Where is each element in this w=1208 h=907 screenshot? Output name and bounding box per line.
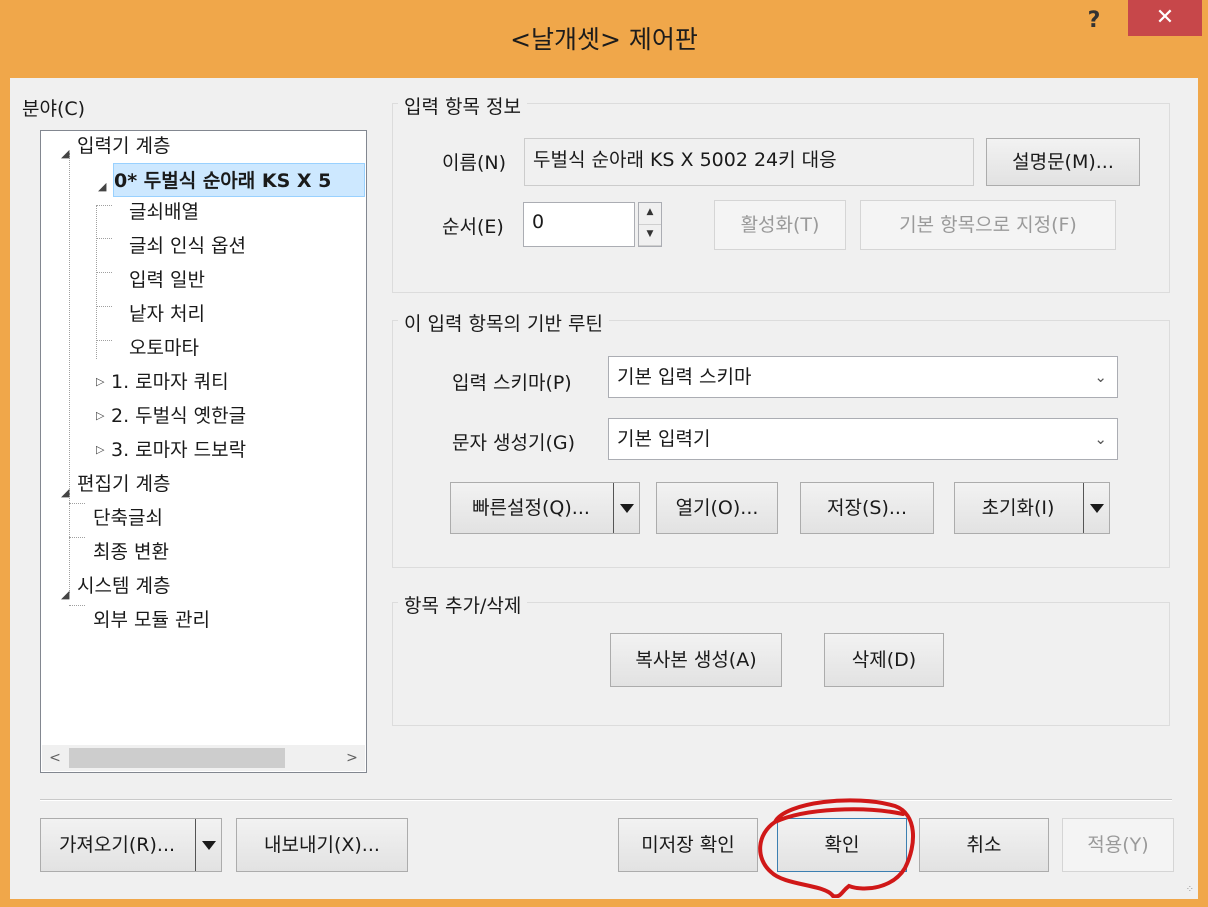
title-bar[interactable]: <날개셋> 제어판 ? ✕ <box>0 0 1208 78</box>
tree-guide-line <box>96 205 112 206</box>
expanded-arrow-icon[interactable]: ◢ <box>98 180 106 193</box>
tree-guide-line <box>69 503 85 504</box>
schema-select-value: 기본 입력 스키마 <box>617 366 752 388</box>
generator-select[interactable]: 기본 입력기 ⌄ <box>608 418 1118 460</box>
dropdown-arrow-icon[interactable] <box>195 819 221 871</box>
tree-item-key-options[interactable]: 글쇠 인식 옵션 <box>129 229 246 263</box>
import-label: 가져오기(R)... <box>58 834 176 856</box>
footer-separator <box>40 799 1172 801</box>
export-button[interactable]: 내보내기(X)... <box>236 818 408 872</box>
routine-title: 이 입력 항목의 기반 루틴 <box>398 309 609 336</box>
tree-guide-line <box>96 238 112 239</box>
unsaved-check-button[interactable]: 미저장 확인 <box>618 818 758 872</box>
window-title: <날개셋> 제어판 <box>510 25 698 54</box>
category-tree[interactable]: ◢ 입력기 계층 ◢ 0* 두벌식 순아래 KS X 5 글쇠배열 글쇠 인식 … <box>40 130 367 773</box>
control-panel-window: <날개셋> 제어판 ? ✕ 분야(C) ◢ 입력기 계층 ◢ 0* 두벌식 순아… <box>0 0 1208 907</box>
chevron-down-icon: ⌄ <box>1094 430 1107 448</box>
tree-guide-line <box>96 272 112 273</box>
order-input[interactable]: 0 <box>523 202 635 247</box>
name-label: 이름(N) <box>442 152 506 174</box>
dialog-client-area: 분야(C) ◢ 입력기 계층 ◢ 0* 두벌식 순아래 KS X 5 글쇠배열 … <box>10 78 1198 899</box>
tree-item-selected-layout[interactable]: 0* 두벌식 순아래 KS X 5 <box>113 163 365 197</box>
cancel-button[interactable]: 취소 <box>919 818 1049 872</box>
tree-guide-line <box>69 493 70 593</box>
chevron-down-icon: ⌄ <box>1094 368 1107 386</box>
delete-button[interactable]: 삭제(D) <box>824 633 944 687</box>
add-delete-title: 항목 추가/삭제 <box>398 591 528 618</box>
quick-settings-label: 빠른설정(Q)... <box>472 497 590 519</box>
stepper-down-icon[interactable]: ▼ <box>639 225 661 246</box>
tree-item-old-hangul[interactable]: 2. 두벌식 옛한글 <box>111 399 246 433</box>
tree-guide-line <box>69 537 85 538</box>
tree-guide-line <box>96 340 112 341</box>
generator-select-value: 기본 입력기 <box>617 428 711 450</box>
import-button[interactable]: 가져오기(R)... <box>40 818 222 872</box>
tree-item-external-modules[interactable]: 외부 모듈 관리 <box>93 603 210 637</box>
apply-button[interactable]: 적용(Y) <box>1062 818 1174 872</box>
set-default-button[interactable]: 기본 항목으로 지정(F) <box>860 200 1116 250</box>
order-label: 순서(E) <box>442 216 504 238</box>
description-button[interactable]: 설명문(M)... <box>986 138 1140 186</box>
open-button[interactable]: 열기(O)... <box>656 482 778 534</box>
schema-label: 입력 스키마(P) <box>452 372 572 394</box>
tree-item-key-layout[interactable]: 글쇠배열 <box>129 195 199 229</box>
tree-item-romaja-dvorak[interactable]: 3. 로마자 드보락 <box>111 433 246 467</box>
item-info-group <box>392 103 1170 293</box>
horizontal-scrollbar[interactable]: < > <box>42 745 365 771</box>
resize-grip-icon[interactable]: ⁘ <box>1186 884 1194 895</box>
expanded-arrow-icon[interactable]: ◢ <box>61 147 69 160</box>
activate-button[interactable]: 활성화(T) <box>714 200 846 250</box>
help-button[interactable]: ? <box>1079 6 1109 36</box>
expanded-arrow-icon[interactable]: ◢ <box>61 486 69 499</box>
generator-label: 문자 생성기(G) <box>452 432 575 454</box>
quick-settings-button[interactable]: 빠른설정(Q)... <box>450 482 640 534</box>
item-info-title: 입력 항목 정보 <box>398 92 527 119</box>
collapsed-arrow-icon[interactable]: ▷ <box>96 443 104 456</box>
save-button[interactable]: 저장(S)... <box>800 482 934 534</box>
create-copy-button[interactable]: 복사본 생성(A) <box>610 633 782 687</box>
tree-item-final-conversion[interactable]: 최종 변환 <box>93 535 169 569</box>
tree-item-editor-layer[interactable]: 편집기 계층 <box>77 467 170 501</box>
tree-item-input-general[interactable]: 입력 일반 <box>129 263 205 297</box>
red-circle-annotation <box>758 798 916 898</box>
tree-guide-line <box>96 205 97 359</box>
tree-item-system-layer[interactable]: 시스템 계층 <box>77 569 170 603</box>
tree-item-automata[interactable]: 오토마타 <box>129 331 199 365</box>
stepper-up-icon[interactable]: ▲ <box>639 203 661 225</box>
dropdown-arrow-icon[interactable] <box>1083 483 1109 533</box>
schema-select[interactable]: 기본 입력 스키마 ⌄ <box>608 356 1118 398</box>
expanded-arrow-icon[interactable]: ◢ <box>61 588 69 601</box>
tree-guide-line <box>69 153 70 491</box>
scroll-left-icon[interactable]: < <box>42 745 68 771</box>
annotation-stroke <box>758 798 916 898</box>
collapsed-arrow-icon[interactable]: ▷ <box>96 409 104 422</box>
collapsed-arrow-icon[interactable]: ▷ <box>96 375 104 388</box>
name-field[interactable]: 두벌식 순아래 KS X 5002 24키 대응 <box>524 138 974 186</box>
scroll-thumb[interactable] <box>69 748 285 768</box>
reset-label: 초기화(I) <box>981 497 1055 519</box>
tree-item-shortcut-keys[interactable]: 단축글쇠 <box>93 501 163 535</box>
tree-item-jamo-processing[interactable]: 낱자 처리 <box>129 297 205 331</box>
scroll-right-icon[interactable]: > <box>339 745 365 771</box>
order-stepper[interactable]: ▲ ▼ <box>638 202 662 247</box>
dropdown-arrow-icon[interactable] <box>613 483 639 533</box>
tree-guide-line <box>96 306 112 307</box>
close-button[interactable]: ✕ <box>1128 0 1202 36</box>
tree-item-romaja-qwerty[interactable]: 1. 로마자 쿼티 <box>111 365 229 399</box>
tree-item-input-layer[interactable]: 입력기 계층 <box>77 129 170 163</box>
tree-guide-line <box>69 605 85 606</box>
reset-button[interactable]: 초기화(I) <box>954 482 1110 534</box>
category-label: 분야(C) <box>22 98 86 120</box>
